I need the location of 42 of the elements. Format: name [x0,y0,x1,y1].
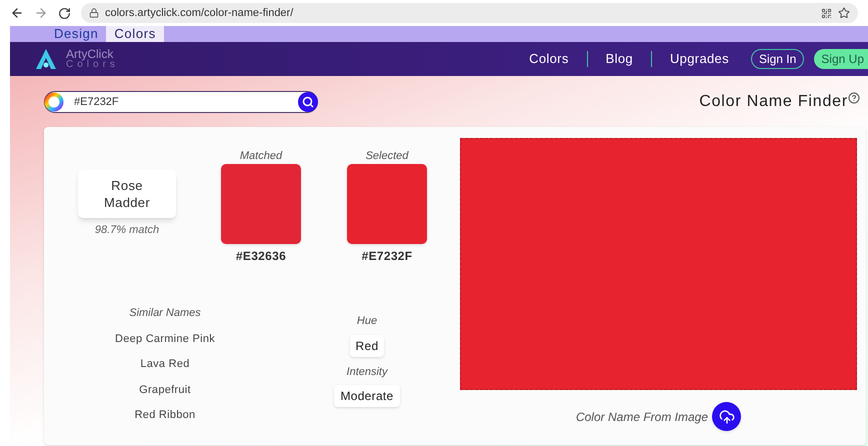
forward-icon[interactable] [34,6,48,20]
match-percent: 98.7% match [94,223,160,238]
cloud-upload-icon [718,408,735,424]
search-input[interactable]: #E7232F [74,94,293,110]
sign-in-button[interactable]: Sign In [750,49,804,69]
reload-icon[interactable] [58,6,71,20]
similar-name-link[interactable]: Lava Red [140,356,190,372]
hex-code: #E7232F [362,248,412,265]
hue-value: Red [350,334,384,356]
color-wheel-icon [44,92,64,112]
color-name-card: Rose Madder [78,170,176,218]
hue-label: Hue [356,314,378,329]
back-icon[interactable] [10,6,24,20]
site-tab[interactable]: Colors [106,26,164,42]
sign-up-button[interactable]: Sign Up [814,49,868,69]
intensity-value: Moderate [334,385,400,407]
logo-icon [34,47,58,71]
search-button[interactable] [298,92,318,112]
swatch-label: Matched [240,149,282,164]
image-upload-label: Color Name From Image [576,408,708,426]
logo-subtitle: Colors [66,60,119,70]
hex-code: #E32636 [236,248,286,265]
qr-code-icon[interactable] [821,8,832,18]
swatch-label: Selected [366,149,408,164]
lock-icon [89,8,99,18]
help-icon[interactable] [848,92,860,104]
bookmark-star-icon[interactable] [838,7,850,19]
similar-names-heading: Similar Names [129,306,201,321]
upload-button[interactable] [712,402,742,431]
similar-name-link[interactable]: Grapefruit [139,382,191,398]
address-bar[interactable]: colors.artyclick.com/color-name-finder/ [81,3,858,23]
search-icon [302,96,314,108]
nav-link[interactable]: Upgrades [652,49,747,69]
similar-name-link[interactable]: Deep Carmine Pink [114,330,216,347]
url-text: colors.artyclick.com/color-name-finder/ [105,6,294,21]
site-tab[interactable]: Design [46,26,106,42]
nav-link[interactable]: Colors [511,49,587,69]
similar-name-link[interactable]: Red Ribbon [134,407,196,424]
nav-link[interactable]: Blog [588,49,651,69]
intensity-label: Intensity [346,364,388,380]
logo-name: ArtyClick [66,48,114,60]
page-title: Color Name Finder [699,92,848,112]
